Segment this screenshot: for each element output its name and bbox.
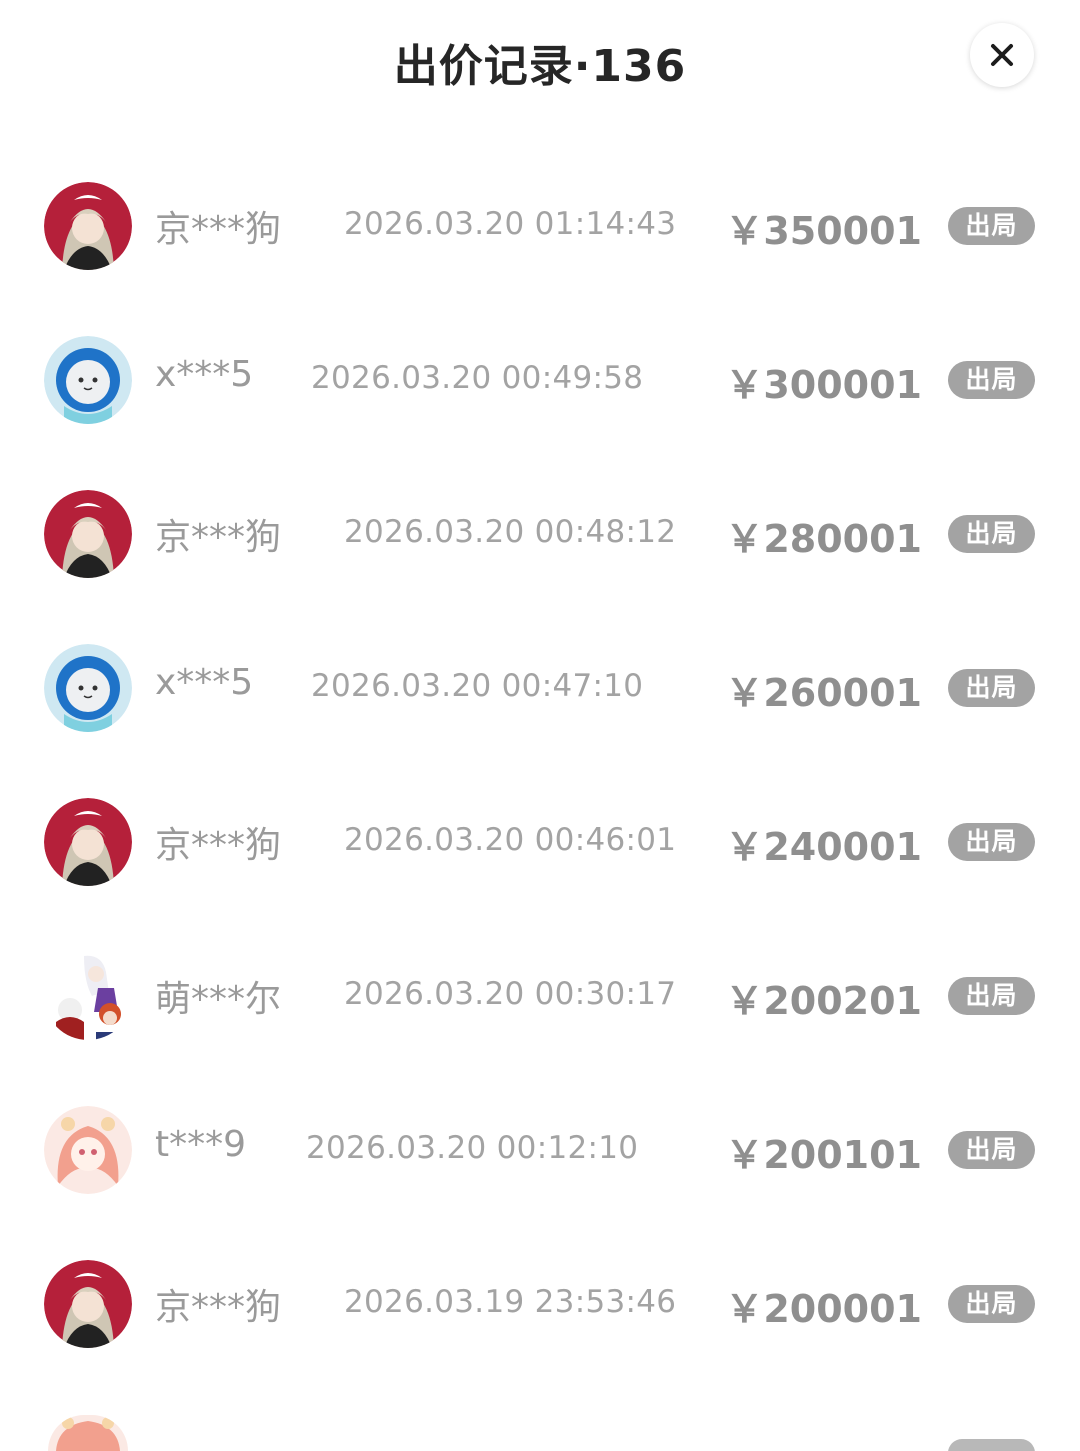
maid-girl-avatar[interactable] bbox=[44, 490, 132, 578]
maid-girl-avatar[interactable] bbox=[44, 182, 132, 270]
bid-row[interactable]: x***5 2026.03.20 00:49:58 ￥300001 出局 bbox=[0, 304, 1080, 458]
status-badge: 出局 bbox=[948, 361, 1035, 399]
page-title: 出价记录·136 bbox=[393, 41, 687, 92]
bidder-name: t***9 bbox=[155, 1124, 247, 1165]
bid-price: ￥350001 bbox=[725, 209, 922, 253]
bid-time: 2026.03.20 00:46:01 bbox=[344, 822, 677, 858]
status-badge: 出局 bbox=[948, 669, 1035, 707]
bid-price: ￥200001 bbox=[725, 1287, 922, 1331]
bid-row[interactable]: 萌***尔 2026.03.20 00:30:17 ￥200201 出局 bbox=[0, 920, 1080, 1074]
close-button[interactable] bbox=[970, 23, 1034, 87]
bidder-name: x***5 bbox=[155, 662, 254, 703]
cat-astronaut-avatar[interactable] bbox=[44, 644, 132, 732]
bid-price: ￥260001 bbox=[725, 671, 922, 715]
sheet-header: 出价记录·136 bbox=[0, 0, 1080, 118]
bidder-name: 京***狗 bbox=[155, 1287, 282, 1328]
bid-row[interactable]: x***5 2026.03.20 00:47:10 ￥260001 出局 bbox=[0, 612, 1080, 766]
bid-time: 2026.03.20 00:47:10 bbox=[311, 668, 644, 704]
bid-row[interactable]: 京***狗 2026.03.19 23:53:46 ￥200001 出局 bbox=[0, 1228, 1080, 1382]
status-badge: 出局 bbox=[948, 977, 1035, 1015]
bid-row-partial[interactable] bbox=[0, 1415, 1080, 1451]
bid-row[interactable]: t***9 2026.03.20 00:12:10 ￥200101 出局 bbox=[0, 1074, 1080, 1228]
close-icon bbox=[991, 44, 1013, 66]
status-badge: 出局 bbox=[948, 823, 1035, 861]
pink-hair-girl-avatar[interactable] bbox=[44, 1106, 132, 1194]
bid-time: 2026.03.20 00:30:17 bbox=[344, 976, 677, 1012]
status-badge: 出局 bbox=[948, 207, 1035, 245]
bidder-name: 萌***尔 bbox=[155, 979, 282, 1020]
bid-time: 2026.03.20 00:12:10 bbox=[306, 1130, 639, 1166]
pink-hair-girl-avatar[interactable] bbox=[48, 1415, 128, 1451]
bid-price: ￥300001 bbox=[725, 363, 922, 407]
status-badge: 出局 bbox=[948, 515, 1035, 553]
bid-row[interactable]: 京***狗 2026.03.20 01:14:43 ￥350001 出局 bbox=[0, 150, 1080, 304]
bid-row[interactable]: 京***狗 2026.03.20 00:48:12 ￥280001 出局 bbox=[0, 458, 1080, 612]
bid-time: 2026.03.20 01:14:43 bbox=[344, 206, 677, 242]
bid-time: 2026.03.20 00:48:12 bbox=[344, 514, 677, 550]
maid-girl-avatar[interactable] bbox=[44, 798, 132, 886]
anime-group-avatar[interactable] bbox=[44, 952, 132, 1040]
bid-price: ￥280001 bbox=[725, 517, 922, 561]
bid-price: ￥240001 bbox=[725, 825, 922, 869]
bid-history-sheet: 出价记录·136 京***狗 2026.03.20 01:14:43 ￥3500… bbox=[0, 0, 1080, 1451]
bidder-name: 京***狗 bbox=[155, 825, 282, 866]
maid-girl-avatar[interactable] bbox=[44, 1260, 132, 1348]
status-badge: 出局 bbox=[948, 1285, 1035, 1323]
bid-time: 2026.03.20 00:49:58 bbox=[311, 360, 644, 396]
bidder-name: x***5 bbox=[155, 354, 254, 395]
bid-price: ￥200201 bbox=[725, 979, 922, 1023]
status-badge bbox=[948, 1439, 1035, 1451]
bid-price: ￥200101 bbox=[725, 1133, 922, 1177]
bidder-name: 京***狗 bbox=[155, 517, 282, 558]
bid-row[interactable]: 京***狗 2026.03.20 00:46:01 ￥240001 出局 bbox=[0, 766, 1080, 920]
cat-astronaut-avatar[interactable] bbox=[44, 336, 132, 424]
bidder-name: 京***狗 bbox=[155, 209, 282, 250]
status-badge: 出局 bbox=[948, 1131, 1035, 1169]
bid-time: 2026.03.19 23:53:46 bbox=[344, 1284, 677, 1320]
